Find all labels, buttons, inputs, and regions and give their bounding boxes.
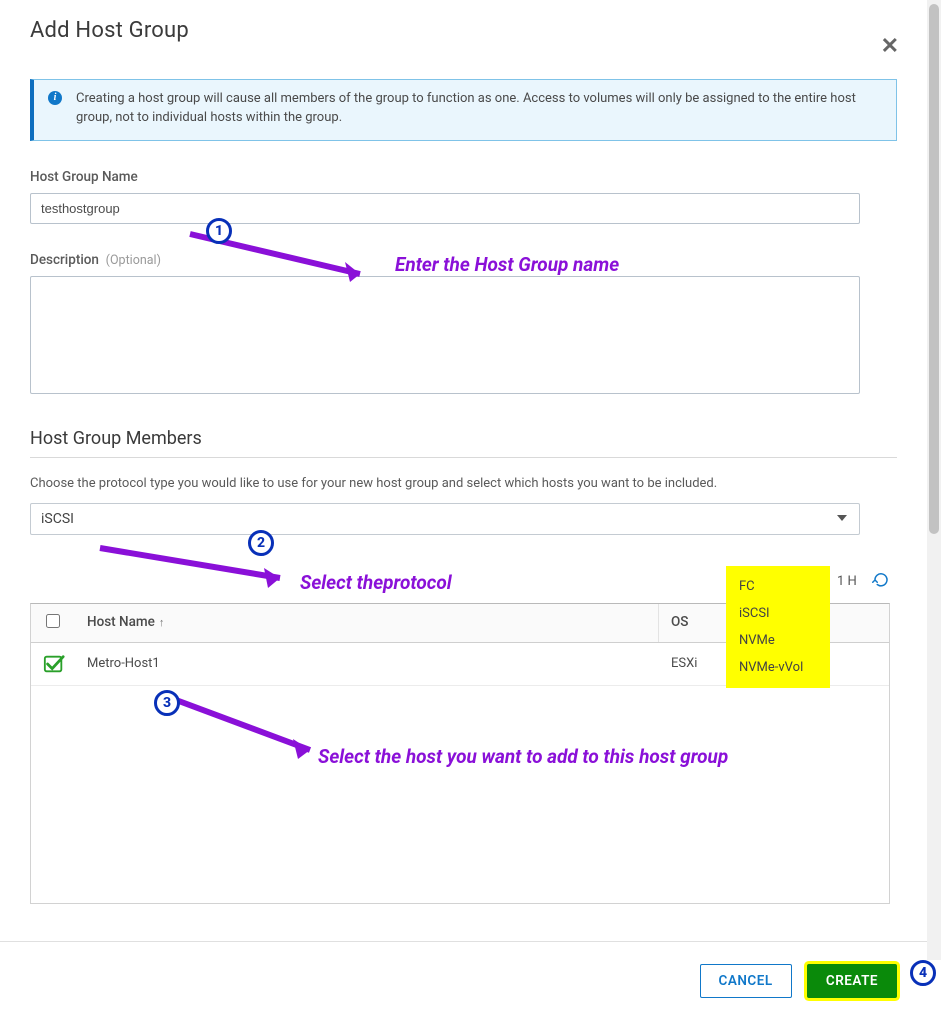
members-helper-text: Choose the protocol type you would like …: [30, 476, 897, 491]
sort-asc-icon: ↑: [159, 616, 165, 629]
protocol-option-nvme[interactable]: NVMe: [727, 627, 829, 654]
description-input[interactable]: [30, 276, 860, 394]
info-banner-text: Creating a host group will cause all mem…: [76, 91, 856, 125]
host-count: 1 H: [837, 574, 857, 589]
close-icon[interactable]: ✕: [881, 34, 899, 59]
optional-hint: (Optional): [106, 253, 161, 268]
dialog-title: Add Host Group: [30, 18, 897, 43]
protocol-option-iscsi[interactable]: iSCSI: [727, 600, 829, 627]
info-banner: i Creating a host group will cause all m…: [30, 79, 897, 141]
description-label: Description (Optional): [30, 252, 897, 268]
scrollbar-thumb[interactable]: [929, 4, 939, 534]
checked-icon: [43, 653, 65, 675]
column-host-name[interactable]: Host Name↑: [75, 604, 659, 642]
info-icon: i: [48, 91, 62, 105]
select-all-checkbox[interactable]: [46, 614, 60, 628]
members-heading: Host Group Members: [30, 428, 897, 458]
protocol-option-fc[interactable]: FC: [727, 573, 829, 600]
host-group-name-label: Host Group Name: [30, 169, 897, 185]
protocol-option-nvme-vvol[interactable]: NVMe-vVol: [727, 654, 829, 681]
refresh-icon[interactable]: [872, 571, 890, 593]
create-button[interactable]: CREATE: [807, 964, 897, 998]
add-host-group-dialog: Add Host Group ✕ i Creating a host group…: [0, 0, 927, 1024]
protocol-select-value: iSCSI: [41, 511, 74, 527]
dialog-footer: CANCEL CREATE: [0, 941, 927, 1024]
vertical-scrollbar[interactable]: [927, 0, 941, 960]
row-host-name: Metro-Host1: [75, 646, 659, 681]
row-checkbox-cell[interactable]: [31, 643, 75, 685]
protocol-options-popover[interactable]: FC iSCSI NVMe NVMe-vVol: [726, 566, 830, 688]
host-group-name-input[interactable]: [30, 193, 860, 224]
protocol-select[interactable]: iSCSI: [30, 503, 860, 535]
cancel-button[interactable]: CANCEL: [700, 964, 792, 998]
select-all-cell[interactable]: [31, 604, 75, 642]
chevron-down-icon: [837, 515, 847, 521]
